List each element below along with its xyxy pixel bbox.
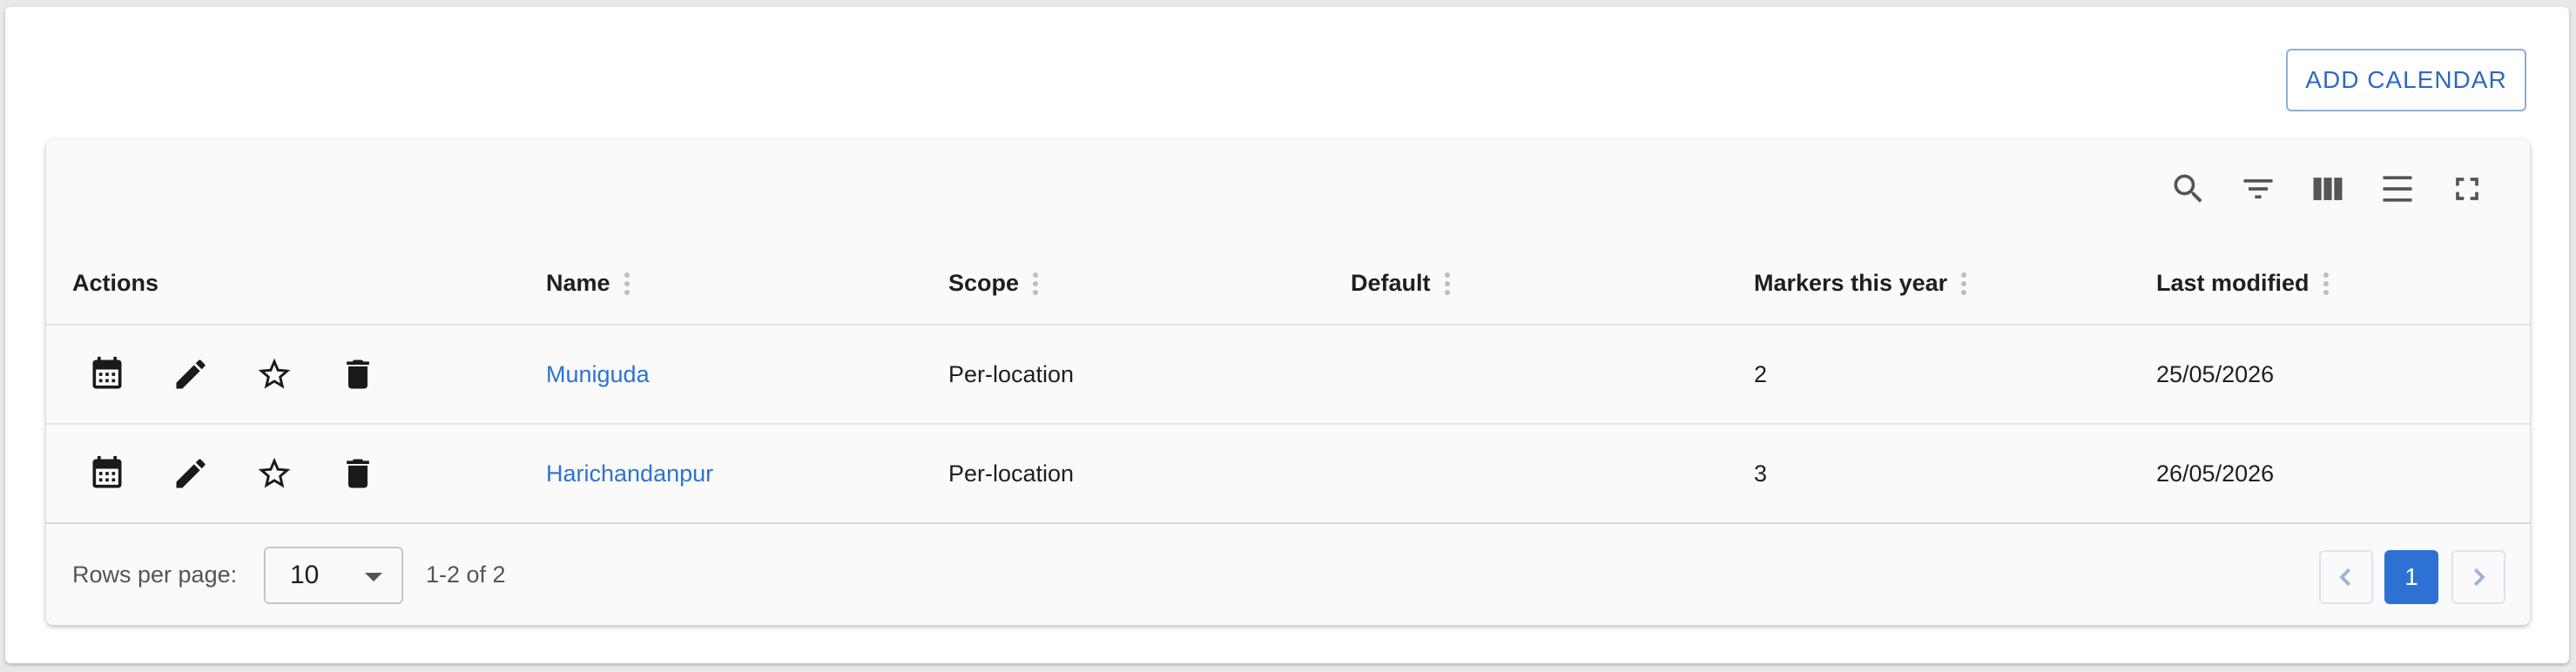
star-outline-icon[interactable]	[250, 449, 299, 498]
last-modified-cell: 26/05/2026	[2156, 460, 2275, 487]
scope-cell: Per-location	[948, 460, 1075, 487]
column-header-default[interactable]: Default	[1351, 270, 1450, 297]
column-header-scope[interactable]: Scope	[948, 270, 1039, 297]
markers-cell: 3	[1754, 460, 1768, 487]
calendar-icon[interactable]	[83, 350, 131, 399]
rows-per-page-select[interactable]: 10	[264, 547, 403, 604]
rows-per-page-label: Rows per page:	[72, 561, 238, 588]
column-menu-icon[interactable]	[1961, 272, 1967, 295]
column-menu-icon[interactable]	[2323, 272, 2329, 295]
column-header-actions: Actions	[72, 270, 159, 296]
columns-icon[interactable]	[2303, 162, 2352, 216]
calendar-name-link[interactable]: Muniguda	[546, 326, 650, 423]
density-icon[interactable]	[2373, 162, 2422, 216]
column-menu-icon[interactable]	[1444, 272, 1450, 295]
table-row: Muniguda Per-location 2 25/05/2026	[46, 326, 2530, 423]
edit-icon[interactable]	[166, 449, 215, 498]
star-outline-icon[interactable]	[250, 350, 299, 399]
next-page-button[interactable]	[2451, 550, 2505, 604]
chevron-left-icon	[2339, 568, 2351, 587]
page-1-button[interactable]: 1	[2384, 550, 2438, 604]
delete-icon[interactable]	[334, 350, 382, 399]
add-calendar-button[interactable]: ADD CALENDAR	[2286, 49, 2526, 111]
table-row: Harichandanpur Per-location 3 26/05/2026	[46, 425, 2530, 522]
pagination-range: 1-2 of 2	[426, 561, 506, 588]
calendar-name-link[interactable]: Harichandanpur	[546, 425, 713, 522]
last-modified-cell: 25/05/2026	[2156, 360, 2275, 387]
column-menu-icon[interactable]	[624, 272, 630, 295]
calendars-page: ADD CALENDAR Actions Name Scope Default …	[5, 7, 2569, 663]
table-toolbar	[2164, 162, 2530, 216]
calendar-icon[interactable]	[83, 449, 131, 498]
column-menu-icon[interactable]	[1033, 272, 1039, 295]
chevron-right-icon	[2473, 568, 2485, 587]
edit-icon[interactable]	[166, 350, 215, 399]
scope-cell: Per-location	[948, 360, 1075, 387]
column-header-name[interactable]: Name	[546, 270, 630, 297]
markers-cell: 2	[1754, 360, 1768, 387]
pagination-footer: Rows per page: 10 1-2 of 2 1	[46, 524, 2530, 625]
dropdown-caret-icon	[365, 573, 382, 581]
delete-icon[interactable]	[334, 449, 382, 498]
column-header-markers[interactable]: Markers this year	[1754, 270, 1967, 297]
search-icon[interactable]	[2164, 162, 2213, 216]
fullscreen-icon[interactable]	[2443, 162, 2492, 216]
previous-page-button[interactable]	[2319, 550, 2373, 604]
column-header-last-modified[interactable]: Last modified	[2156, 270, 2329, 297]
calendars-table-card: Actions Name Scope Default Markers this …	[46, 139, 2530, 625]
filter-icon[interactable]	[2234, 162, 2283, 216]
